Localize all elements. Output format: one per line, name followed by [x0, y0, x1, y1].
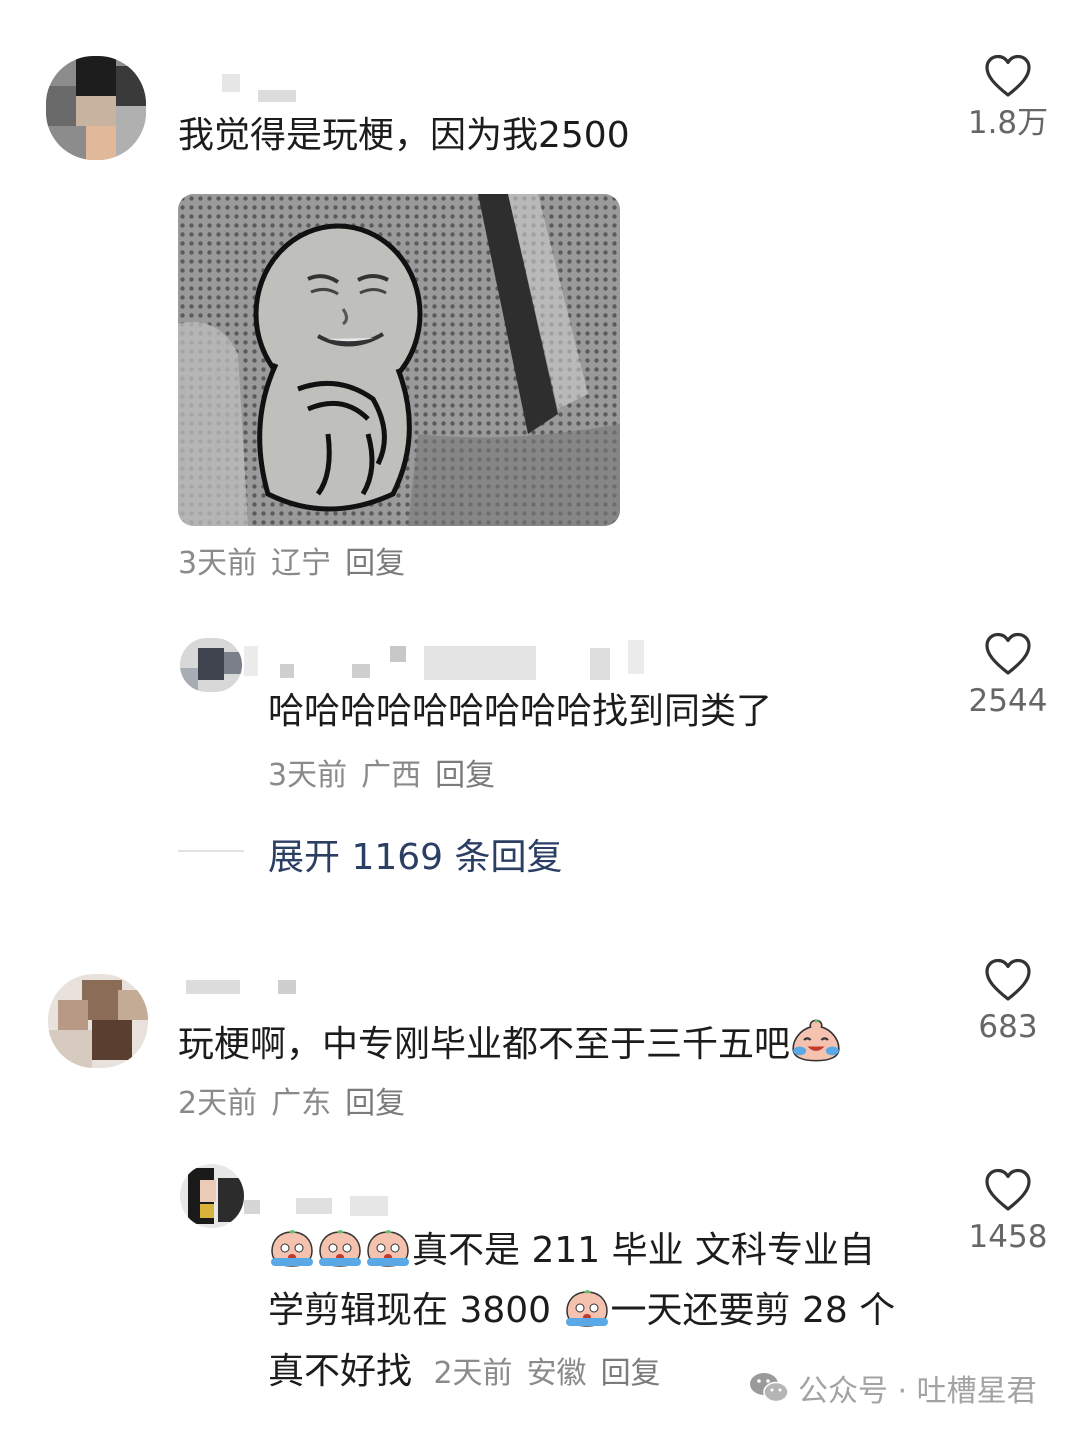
username-blurred[interactable] [628, 640, 644, 674]
like-button[interactable]: 683 [948, 958, 1068, 1046]
like-button[interactable]: 2544 [948, 632, 1068, 720]
crying-emoji [565, 1290, 608, 1327]
like-count: 1458 [968, 1219, 1048, 1255]
heart-outline-icon [985, 1168, 1031, 1211]
comment-text-content: 玩梗啊，中专刚毕业都不至于三千五吧 [178, 1024, 791, 1065]
reply-button[interactable]: 回复 [345, 546, 405, 581]
crying-emoji [319, 1230, 361, 1267]
username-blurred[interactable] [186, 980, 240, 994]
avatar[interactable] [180, 1164, 244, 1228]
reply-text-line3: 真不好找 [268, 1351, 413, 1392]
expand-replies-button[interactable]: 展开 1169 条回复 [268, 828, 563, 880]
comment-text: 我觉得是玩梗，因为我2500 [178, 115, 630, 156]
reply-text-line2b: 一天还要剪 28 个 [610, 1290, 896, 1331]
meme-sticker-image[interactable] [178, 194, 620, 526]
wechat-icon [750, 1373, 789, 1403]
heart-outline-icon [985, 958, 1031, 1001]
like-count: 683 [978, 1009, 1038, 1045]
reply-text-line: 真不好找 2天前 安徽 回复 [268, 1350, 675, 1394]
reply-button[interactable]: 回复 [345, 1086, 405, 1121]
watermark-text: 公众号 · 吐槽星君 [798, 1374, 1037, 1409]
username-blurred[interactable] [350, 1196, 388, 1216]
heart-outline-icon [985, 54, 1031, 97]
username-blurred[interactable] [244, 646, 258, 676]
reply-location: 安徽 [526, 1356, 587, 1391]
username-blurred[interactable] [258, 90, 296, 102]
reply-time: 3天前 [268, 758, 348, 793]
username-blurred[interactable] [278, 980, 296, 994]
crying-emoji [367, 1230, 409, 1267]
username-blurred[interactable] [590, 648, 610, 680]
avatar[interactable] [180, 638, 242, 692]
comment-time: 2天前 [178, 1086, 258, 1121]
comment-location: 广东 [271, 1086, 332, 1121]
avatar[interactable] [48, 974, 148, 1068]
reply-text: 哈哈哈哈哈哈哈哈哈找到同类了 [268, 691, 773, 732]
comment-text: 玩梗啊，中专刚毕业都不至于三千五吧 [178, 1018, 842, 1067]
expand-divider [178, 850, 244, 852]
username-blurred[interactable] [352, 664, 370, 678]
reply-text-line: 真不是 211 毕业 文科专业自 [268, 1228, 875, 1273]
username-blurred[interactable] [296, 1198, 332, 1214]
like-button[interactable]: 1.8万 [948, 54, 1068, 142]
reply-text-line: 学剪辑现在 3800 一天还要剪 28 个 [268, 1288, 895, 1333]
username-blurred[interactable] [390, 646, 406, 662]
username-blurred[interactable] [280, 664, 294, 678]
laugh-cry-emoji [792, 1019, 840, 1062]
heart-outline-icon [985, 632, 1031, 675]
like-button[interactable]: 1458 [948, 1168, 1068, 1256]
reply-time: 2天前 [433, 1356, 513, 1391]
reply-button[interactable]: 回复 [435, 758, 495, 793]
comment-time: 3天前 [178, 546, 258, 581]
reply-text-line2a: 学剪辑现在 3800 [268, 1290, 563, 1331]
comment-meta: 2天前 广东 回复 [178, 1086, 419, 1122]
reply-text-line1: 真不是 211 毕业 文科专业自 [412, 1230, 876, 1271]
username-blurred[interactable] [222, 74, 240, 92]
username-blurred[interactable] [244, 1200, 260, 1214]
reply-meta: 3天前 广西 回复 [268, 758, 509, 794]
like-count: 1.8万 [967, 105, 1049, 141]
crying-emoji [271, 1230, 313, 1267]
username-blurred[interactable] [424, 646, 536, 680]
reply-button[interactable]: 回复 [601, 1356, 661, 1391]
reply-location: 广西 [361, 758, 422, 793]
like-count: 2544 [968, 683, 1048, 719]
watermark: 公众号 · 吐槽星君 [748, 1366, 1037, 1410]
avatar[interactable] [46, 56, 146, 160]
comment-location: 辽宁 [271, 546, 332, 581]
comment-meta: 3天前 辽宁 回复 [178, 546, 419, 582]
reply-meta: 2天前 安徽 回复 [433, 1356, 674, 1391]
